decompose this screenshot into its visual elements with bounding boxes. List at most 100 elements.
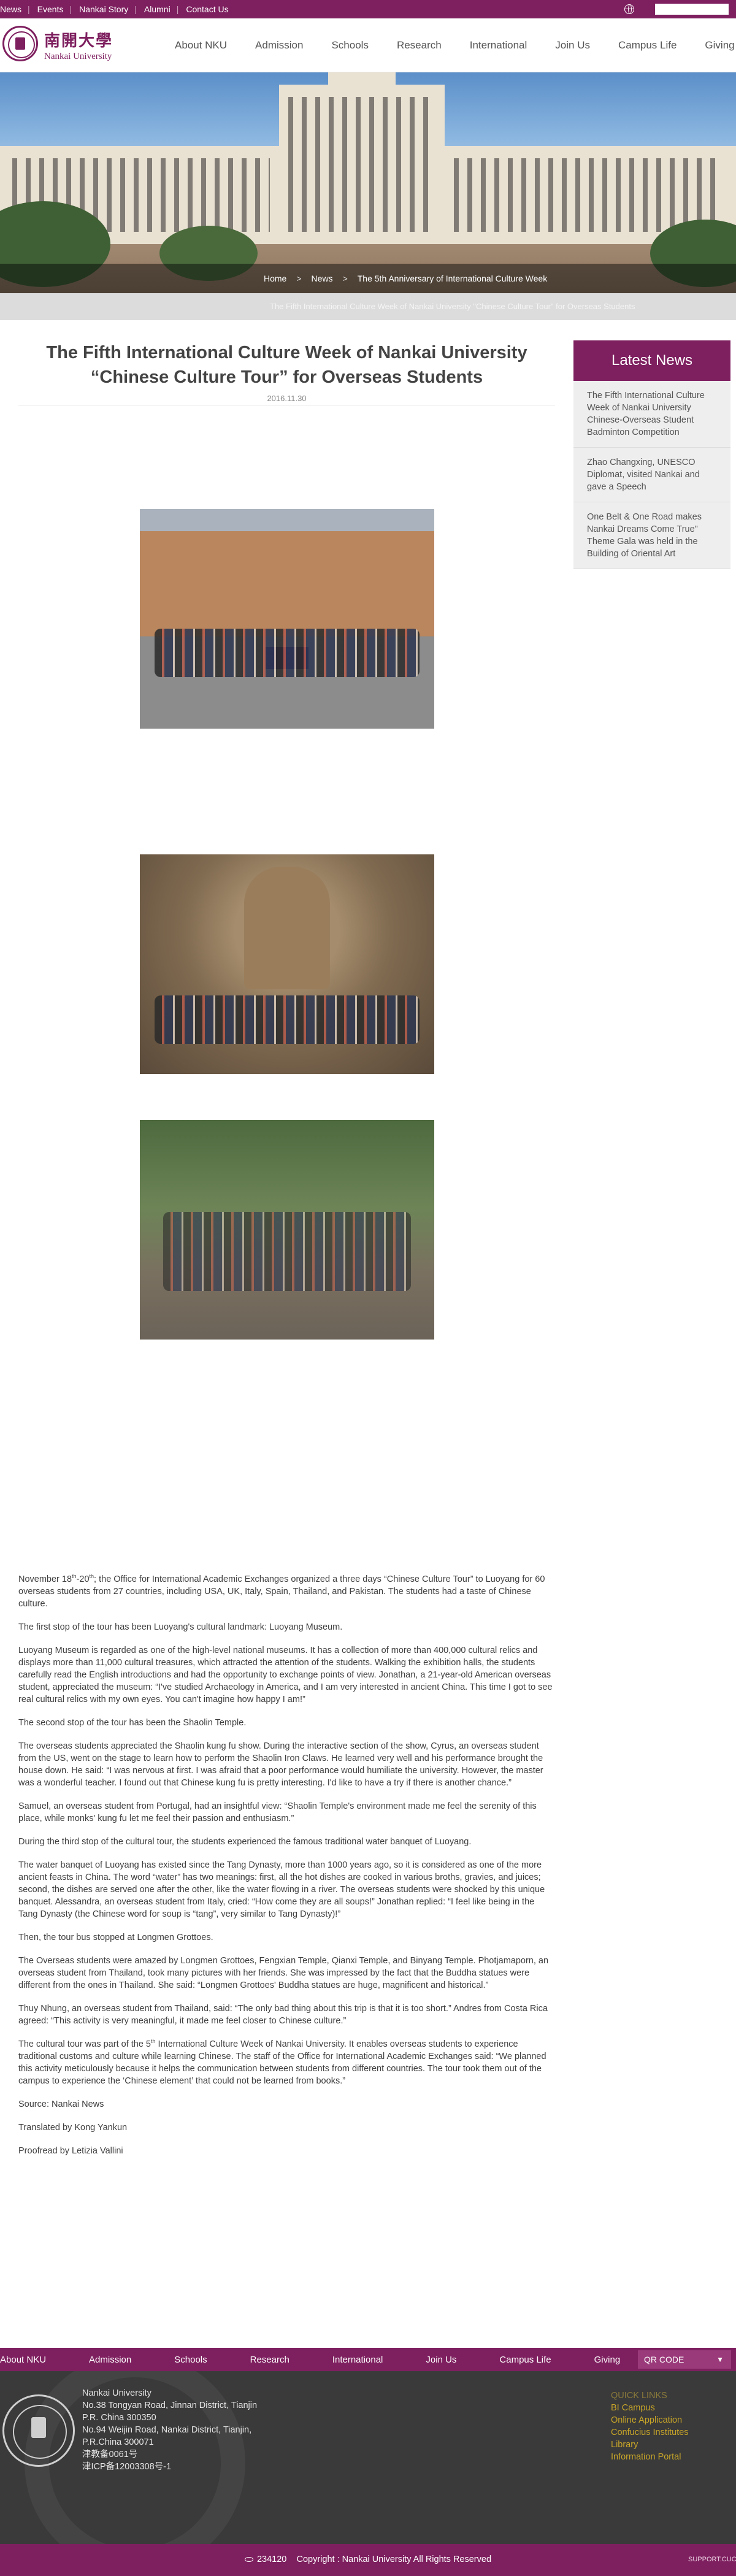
logo-english-name[interactable]: Nankai University	[44, 52, 112, 62]
support-credit: SUPPORT:CUCAL	[688, 2556, 736, 2563]
logo-chinese-name[interactable]: 南開大學	[44, 28, 113, 51]
photo-longmen-grottoes-group	[140, 854, 434, 1074]
address-line: P.R. China 300350	[82, 2413, 156, 2423]
quick-link-online-application[interactable]: Online Application	[611, 2414, 689, 2426]
university-emblem-logo[interactable]	[2, 26, 38, 61]
university-seal-logo	[2, 2394, 75, 2467]
breadcrumb: Home > News > The 5th Anniversary of Int…	[264, 264, 557, 293]
nav-schools[interactable]: Schools	[331, 39, 368, 52]
footer-nav-admission[interactable]: Admission	[89, 2355, 131, 2365]
utility-links: News | Events | Nankai Story | Alumni | Cont…	[0, 0, 235, 18]
utility-link-nankai-story[interactable]: Nankai Story	[79, 4, 134, 14]
photo-students-posing	[140, 1120, 434, 1340]
visit-counter: 234120	[256, 2555, 287, 2564]
paragraph: During the third stop of the cultural to…	[18, 1837, 472, 1847]
utility-link-contact-us[interactable]: Contact Us	[186, 4, 234, 14]
latest-news-heading: Latest News	[573, 340, 730, 381]
footer-nav-giving[interactable]: Giving	[594, 2355, 621, 2365]
utility-link-alumni[interactable]: Alumni	[144, 4, 177, 14]
latest-news-item[interactable]: The Fifth International Culture Week of …	[573, 381, 730, 448]
address-line: No.38 Tongyan Road, Jinnan District, Tia…	[82, 2401, 258, 2410]
eye-icon	[244, 2557, 253, 2563]
main-nav: About NKU Admission Schools Research Int…	[175, 18, 736, 72]
nav-international[interactable]: International	[470, 39, 527, 52]
nav-campus-life[interactable]: Campus Life	[618, 39, 677, 52]
article-title: The Fifth International Culture Week of …	[18, 340, 555, 389]
article-source: Source: Nankai News	[18, 2099, 104, 2109]
nav-about-nku[interactable]: About NKU	[175, 39, 227, 52]
building-windows	[288, 97, 435, 232]
separator: |	[28, 4, 30, 14]
latest-news-item[interactable]: One Belt & One Road makes Nankai Dreams …	[573, 502, 730, 569]
article-title-line-1: The Fifth International Culture Week of …	[46, 343, 527, 362]
photo-buddha-statue	[244, 867, 330, 989]
address-line: 津教备0061号	[82, 2450, 138, 2459]
utility-link-news[interactable]: News	[0, 4, 28, 14]
breadcrumb-current: The 5th Anniversary of International Cul…	[357, 274, 548, 283]
latest-news-item[interactable]: Zhao Changxing, UNESCO Diplomat, visited…	[573, 448, 730, 502]
paragraph: The second stop of the tour has been the…	[18, 1718, 247, 1728]
footer-nav-about-nku[interactable]: About NKU	[0, 2355, 46, 2365]
chevron-right-icon: >	[296, 274, 302, 283]
qr-code-dropdown[interactable]: QR CODE ▼	[638, 2350, 731, 2369]
footer-address: Nankai University No.38 Tongyan Road, Ji…	[82, 2387, 257, 2473]
hero-banner-image: Home > News > The 5th Anniversary of Int…	[0, 72, 736, 293]
address-line: 津ICP备12003308号-1	[82, 2462, 172, 2472]
paragraph: The Overseas students were amazed by Lon…	[18, 1956, 549, 1990]
nav-admission[interactable]: Admission	[255, 39, 303, 52]
copyright-line: 234120 Copyright : Nankai University All…	[0, 2555, 736, 2564]
nav-research[interactable]: Research	[397, 39, 442, 52]
paragraph: Samuel, an overseas student from Portuga…	[18, 1801, 537, 1823]
footer-nav: About NKU Admission Schools Research Int…	[0, 2348, 736, 2371]
chevron-right-icon: >	[342, 274, 348, 283]
latest-news-list: The Fifth International Culture Week of …	[573, 381, 730, 569]
photo-people-row	[163, 1212, 411, 1291]
chevron-down-icon: ▼	[716, 2355, 724, 2364]
nav-join-us[interactable]: Join Us	[555, 39, 590, 52]
photo-people-row	[155, 995, 420, 1044]
paragraph: November 18th-20th; the Office for Inter…	[18, 1573, 545, 1609]
ticker-text[interactable]: The Fifth International Culture Week of …	[270, 302, 635, 311]
address-line: No.94 Weijin Road, Nankai District, Tian…	[82, 2425, 252, 2435]
search-input[interactable]	[655, 4, 729, 15]
article-body: November 18th-20th; the Office for Inter…	[18, 1573, 555, 2168]
paragraph: Luoyang Museum is regarded as one of the…	[18, 1646, 553, 1704]
footer-nav-international[interactable]: International	[332, 2355, 383, 2365]
footer-main: Nankai University No.38 Tongyan Road, Ji…	[0, 2371, 736, 2544]
site-header: 南開大學 Nankai University About NKU Admissi…	[0, 18, 736, 72]
article-date: 2016.11.30	[267, 394, 307, 403]
footer-nav-schools[interactable]: Schools	[174, 2355, 207, 2365]
photo-people-row	[155, 629, 420, 677]
nav-giving[interactable]: Giving	[705, 39, 734, 52]
news-ticker: The Fifth International Culture Week of …	[0, 293, 736, 320]
breadcrumb-bar: Home > News > The 5th Anniversary of Int…	[0, 264, 736, 293]
breadcrumb-home[interactable]: Home	[264, 274, 286, 283]
quick-links: QUICK LINKS BI Campus Online Application…	[611, 2390, 689, 2463]
quick-link-bi-campus[interactable]: BI Campus	[611, 2402, 689, 2414]
article-translator: Translated by Kong Yankun	[18, 2123, 128, 2133]
paragraph: Then, the tour bus stopped at Longmen Gr…	[18, 1933, 213, 1942]
building-windows	[454, 158, 724, 232]
article-title-line-2: “Chinese Culture Tour” for Overseas Stud…	[90, 367, 483, 387]
paragraph: Thuy Nhung, an overseas student from Tha…	[18, 2004, 548, 2026]
address-line: P.R.China 300071	[82, 2437, 154, 2447]
paragraph: The first stop of the tour has been Luoy…	[18, 1622, 343, 1632]
photo-luoyang-museum-group	[140, 509, 434, 729]
footer-nav-research[interactable]: Research	[250, 2355, 289, 2365]
paragraph: The overseas students appreciated the Sh…	[18, 1741, 543, 1788]
quick-link-confucius-institutes[interactable]: Confucius Institutes	[611, 2426, 689, 2439]
paragraph: The cultural tour was part of the 5th In…	[18, 2038, 546, 2086]
globe-icon[interactable]	[624, 4, 634, 14]
copyright-text: Copyright : Nankai University All Rights…	[296, 2555, 492, 2564]
footer-nav-join-us[interactable]: Join Us	[426, 2355, 456, 2365]
quick-link-library[interactable]: Library	[611, 2439, 689, 2451]
footer-bottom-bar: 234120 Copyright : Nankai University All…	[0, 2544, 736, 2576]
qr-code-label: QR CODE	[644, 2355, 684, 2364]
quick-link-information-portal[interactable]: Information Portal	[611, 2451, 689, 2463]
breadcrumb-news[interactable]: News	[312, 274, 333, 283]
utility-link-events[interactable]: Events	[37, 4, 70, 14]
separator: |	[176, 4, 179, 14]
top-utility-bar: News | Events | Nankai Story | Alumni | Cont…	[0, 0, 736, 18]
footer-nav-campus-life[interactable]: Campus Life	[499, 2355, 551, 2365]
address-line: Nankai University	[82, 2388, 151, 2398]
